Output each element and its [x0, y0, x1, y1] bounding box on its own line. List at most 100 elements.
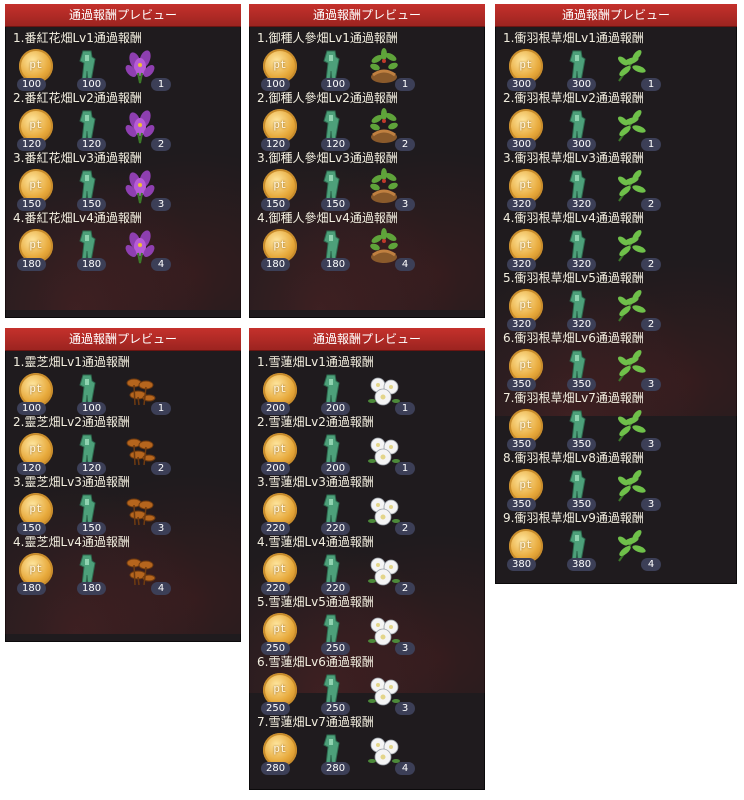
plant-amount: 3: [641, 438, 661, 451]
reward-row: 7.衝羽根草畑Lv7通過報酬 pt 350 350 3: [503, 391, 737, 451]
reward-row-title: 6.衝羽根草畑Lv6通過報酬: [503, 331, 644, 345]
ticket-reward: 320: [561, 287, 613, 331]
reward-row: 9.衝羽根草畑Lv9通過報酬 pt 380 380 4: [503, 511, 737, 571]
pt-reward: pt 320: [507, 227, 561, 271]
reward-items: pt 120 120 2: [17, 105, 241, 151]
plant-reward: 1: [613, 107, 665, 151]
ticket-amount: 100: [321, 78, 351, 91]
plant-reward: 2: [123, 431, 175, 475]
ticket-reward: 150: [71, 167, 123, 211]
ticket-amount: 200: [321, 402, 351, 415]
ticket-amount: 380: [567, 558, 597, 571]
pt-reward: pt 200: [261, 371, 315, 415]
ticket-reward: 250: [315, 611, 367, 655]
reward-items: pt 350 350 3: [507, 465, 737, 511]
pt-reward: pt 250: [261, 671, 315, 715]
plant-amount: 3: [395, 702, 415, 715]
panel-title: 通過報酬プレビュー: [5, 4, 241, 27]
pt-reward: pt 120: [17, 107, 71, 151]
reward-row: 5.雪蓮畑Lv5通過報酬 pt 250 250 3: [257, 595, 485, 655]
pt-reward: pt 350: [507, 347, 561, 391]
reward-list: 1.雪蓮畑Lv1通過報酬 pt 200 200 1 2.雪蓮畑Lv2通過報酬 pt 200 20…: [249, 351, 485, 775]
reward-row: 4.衝羽根草畑Lv4通過報酬 pt 320 320 2: [503, 211, 737, 271]
pt-reward: pt 350: [507, 467, 561, 511]
ticket-amount: 220: [321, 522, 351, 535]
pt-reward: pt 150: [17, 491, 71, 535]
plant-amount: 2: [395, 138, 415, 151]
ticket-reward: 180: [315, 227, 367, 271]
plant-reward: 4: [367, 227, 419, 271]
reward-row: 2.番紅花畑Lv2通過報酬 pt 120 120 2: [13, 91, 241, 151]
pt-reward: pt 280: [261, 731, 315, 775]
reward-row-title: 2.番紅花畑Lv2通過報酬: [13, 91, 142, 105]
ticket-reward: 180: [71, 551, 123, 595]
pt-reward: pt 320: [507, 287, 561, 331]
reward-row: 3.雪蓮畑Lv3通過報酬 pt 220 220 2: [257, 475, 485, 535]
plant-reward: 3: [367, 611, 419, 655]
ticket-reward: 280: [315, 731, 367, 775]
ticket-amount: 180: [77, 582, 107, 595]
pt-amount: 320: [507, 198, 537, 211]
reward-row: 7.雪蓮畑Lv7通過報酬 pt 280 280 4: [257, 715, 485, 775]
plant-reward: 1: [367, 47, 419, 91]
pt-reward: pt 250: [261, 611, 315, 655]
pt-amount: 120: [261, 138, 291, 151]
plant-amount: 2: [641, 198, 661, 211]
reward-row-title: 4.衝羽根草畑Lv4通過報酬: [503, 211, 644, 225]
reward-row: 3.衝羽根草畑Lv3通過報酬 pt 320 320 2: [503, 151, 737, 211]
ticket-reward: 200: [315, 371, 367, 415]
reward-row-title: 1.雪蓮畑Lv1通過報酬: [257, 355, 374, 369]
ticket-amount: 180: [77, 258, 107, 271]
ticket-reward: 380: [561, 527, 613, 571]
ticket-amount: 300: [567, 78, 597, 91]
ticket-reward: 200: [315, 431, 367, 475]
plant-amount: 3: [641, 378, 661, 391]
ticket-reward: 120: [71, 107, 123, 151]
pt-reward: pt 200: [261, 431, 315, 475]
reward-row: 4.靈芝畑Lv4通過報酬 pt 180 180 4: [13, 535, 241, 595]
ticket-reward: 350: [561, 467, 613, 511]
reward-row-title: 2.靈芝畑Lv2通過報酬: [13, 415, 130, 429]
pt-amount: 180: [17, 582, 47, 595]
pt-amount: 200: [261, 402, 291, 415]
plant-amount: 2: [395, 582, 415, 595]
reward-row: 1.番紅花畑Lv1通過報酬 pt 100 100 1: [13, 31, 241, 91]
ticket-amount: 120: [321, 138, 351, 151]
panel-title: 通過報酬プレビュー: [5, 328, 241, 351]
plant-reward: 1: [367, 431, 419, 475]
plant-reward: 1: [123, 371, 175, 415]
reward-items: pt 200 200 1: [261, 429, 485, 475]
plant-reward: 2: [123, 107, 175, 151]
ticket-amount: 120: [77, 138, 107, 151]
reward-items: pt 150 150 3: [261, 165, 485, 211]
reward-items: pt 380 380 4: [507, 525, 737, 571]
reward-row: 5.衝羽根草畑Lv5通過報酬 pt 320 320 2: [503, 271, 737, 331]
reward-row-title: 4.御種人參畑Lv4通過報酬: [257, 211, 398, 225]
plant-reward: 2: [613, 167, 665, 211]
ticket-reward: 120: [71, 431, 123, 475]
ticket-reward: 150: [315, 167, 367, 211]
panel-ginseng: 通過報酬プレビュー 1.御種人參畑Lv1通過報酬 pt 100 100 1 2.御種人參畑…: [249, 4, 485, 318]
plant-reward: 3: [367, 671, 419, 715]
reward-row-title: 9.衝羽根草畑Lv9通過報酬: [503, 511, 644, 525]
pt-reward: pt 350: [507, 407, 561, 451]
plant-reward: 2: [613, 287, 665, 331]
reward-row: 2.雪蓮畑Lv2通過報酬 pt 200 200 1: [257, 415, 485, 475]
pt-reward: pt 300: [507, 107, 561, 151]
plant-reward: 1: [367, 371, 419, 415]
ticket-amount: 100: [77, 78, 107, 91]
reward-items: pt 150 150 3: [17, 489, 241, 535]
pt-reward: pt 180: [17, 551, 71, 595]
ticket-reward: 150: [71, 491, 123, 535]
plant-amount: 4: [395, 258, 415, 271]
ticket-reward: 300: [561, 47, 613, 91]
reward-items: pt 180 180 4: [261, 225, 485, 271]
pt-reward: pt 320: [507, 167, 561, 211]
ticket-amount: 120: [77, 462, 107, 475]
reward-items: pt 100 100 1: [261, 45, 485, 91]
reward-items: pt 320 320 2: [507, 225, 737, 271]
reward-items: pt 120 120 2: [17, 429, 241, 475]
plant-reward: 4: [613, 527, 665, 571]
plant-reward: 3: [613, 347, 665, 391]
ticket-reward: 350: [561, 347, 613, 391]
